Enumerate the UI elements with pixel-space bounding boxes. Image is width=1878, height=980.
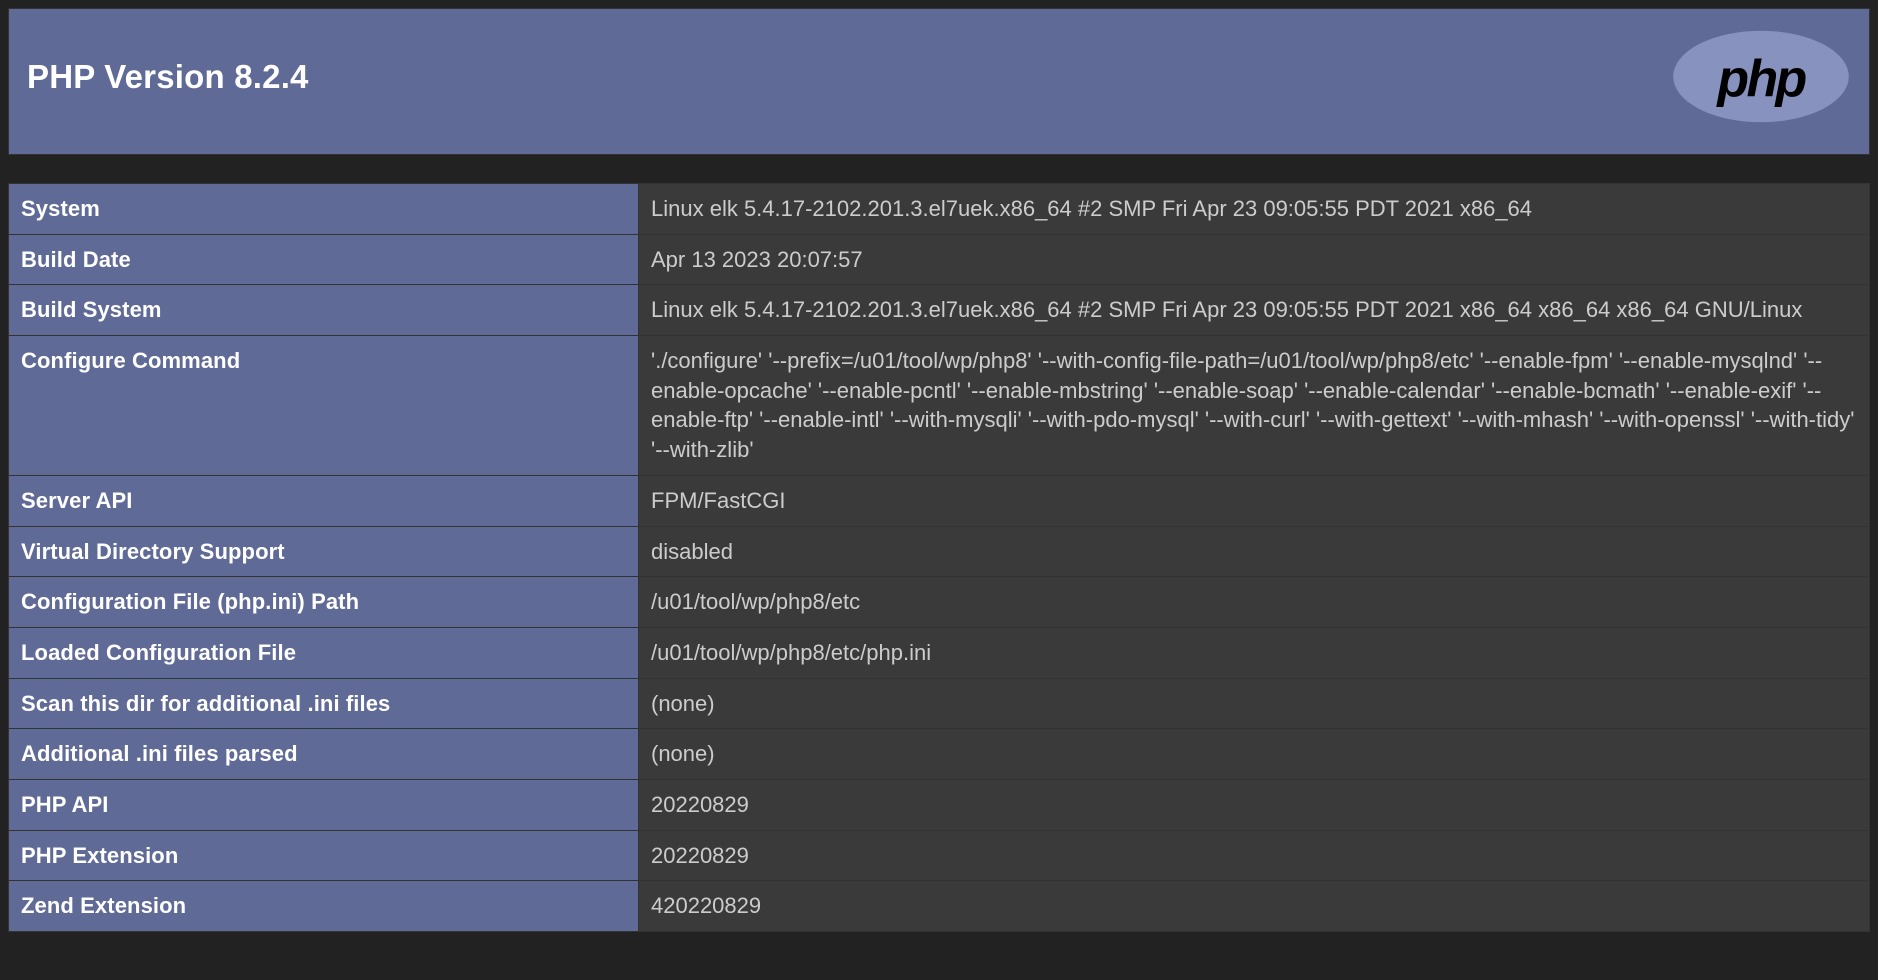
table-row: Virtual Directory Supportdisabled bbox=[9, 526, 1870, 577]
row-label: Build System bbox=[9, 285, 639, 336]
page-title: PHP Version 8.2.4 bbox=[27, 58, 309, 96]
table-row: SystemLinux elk 5.4.17-2102.201.3.el7uek… bbox=[9, 184, 1870, 235]
svg-text:php: php bbox=[1715, 50, 1806, 108]
table-row: Configure Command'./configure' '--prefix… bbox=[9, 336, 1870, 476]
table-row: Additional .ini files parsed(none) bbox=[9, 729, 1870, 780]
table-row: Zend Extension420220829 bbox=[9, 881, 1870, 932]
table-row: PHP Extension20220829 bbox=[9, 830, 1870, 881]
row-label: Server API bbox=[9, 475, 639, 526]
row-value: 420220829 bbox=[639, 881, 1870, 932]
row-label: Virtual Directory Support bbox=[9, 526, 639, 577]
row-label: System bbox=[9, 184, 639, 235]
table-row: Build SystemLinux elk 5.4.17-2102.201.3.… bbox=[9, 285, 1870, 336]
row-label: PHP API bbox=[9, 779, 639, 830]
table-row: PHP API20220829 bbox=[9, 779, 1870, 830]
row-value: Linux elk 5.4.17-2102.201.3.el7uek.x86_6… bbox=[639, 285, 1870, 336]
phpinfo-table: SystemLinux elk 5.4.17-2102.201.3.el7uek… bbox=[8, 183, 1870, 932]
row-value: Apr 13 2023 20:07:57 bbox=[639, 234, 1870, 285]
row-label: Additional .ini files parsed bbox=[9, 729, 639, 780]
table-row: Server APIFPM/FastCGI bbox=[9, 475, 1870, 526]
row-label: Configuration File (php.ini) Path bbox=[9, 577, 639, 628]
php-logo: php bbox=[1671, 29, 1851, 124]
row-label: Zend Extension bbox=[9, 881, 639, 932]
row-label: Loaded Configuration File bbox=[9, 627, 639, 678]
row-value: disabled bbox=[639, 526, 1870, 577]
table-row: Build DateApr 13 2023 20:07:57 bbox=[9, 234, 1870, 285]
table-row: Loaded Configuration File/u01/tool/wp/ph… bbox=[9, 627, 1870, 678]
row-value: /u01/tool/wp/php8/etc/php.ini bbox=[639, 627, 1870, 678]
row-value: 20220829 bbox=[639, 830, 1870, 881]
row-value: 20220829 bbox=[639, 779, 1870, 830]
table-row: Scan this dir for additional .ini files(… bbox=[9, 678, 1870, 729]
row-value: './configure' '--prefix=/u01/tool/wp/php… bbox=[639, 336, 1870, 476]
row-value: (none) bbox=[639, 729, 1870, 780]
table-row: Configuration File (php.ini) Path/u01/to… bbox=[9, 577, 1870, 628]
phpinfo-header: PHP Version 8.2.4 php bbox=[8, 8, 1870, 155]
php-logo-icon: php bbox=[1671, 29, 1851, 124]
row-value: Linux elk 5.4.17-2102.201.3.el7uek.x86_6… bbox=[639, 184, 1870, 235]
row-label: Build Date bbox=[9, 234, 639, 285]
row-value: FPM/FastCGI bbox=[639, 475, 1870, 526]
row-value: (none) bbox=[639, 678, 1870, 729]
row-label: Configure Command bbox=[9, 336, 639, 476]
row-label: Scan this dir for additional .ini files bbox=[9, 678, 639, 729]
row-label: PHP Extension bbox=[9, 830, 639, 881]
row-value: /u01/tool/wp/php8/etc bbox=[639, 577, 1870, 628]
